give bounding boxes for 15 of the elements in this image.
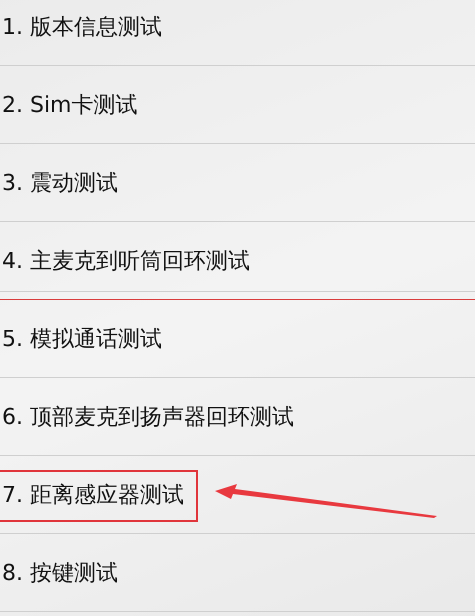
list-item[interactable]: 5. 模拟通话测试 [0, 300, 475, 378]
list-item-label: 2. Sim卡测试 [1, 92, 138, 120]
list-item-label: 4. 主麦克到听筒回环测试 [1, 248, 250, 276]
list-item-label: 1. 版本信息测试 [1, 14, 162, 42]
list-item[interactable]: 8. 按键测试 [0, 534, 475, 612]
list-item[interactable]: 1. 版本信息测试 [0, 0, 475, 66]
list-item-label: 8. 按键测试 [1, 560, 118, 588]
list-item-label: 6. 顶部麦克到扬声器回环测试 [1, 404, 294, 432]
list-item[interactable]: 7. 距离感应器测试 [0, 456, 475, 534]
list-item-label: 3. 震动测试 [1, 170, 118, 198]
list-item-label: 7. 距离感应器测试 [0, 480, 184, 510]
list-item[interactable]: 2. Sim卡测试 [0, 66, 475, 144]
list-item[interactable]: 3. 震动测试 [0, 144, 475, 222]
list-item-label: 5. 模拟通话测试 [1, 326, 162, 354]
list-item[interactable]: 6. 顶部麦克到扬声器回环测试 [0, 378, 475, 456]
